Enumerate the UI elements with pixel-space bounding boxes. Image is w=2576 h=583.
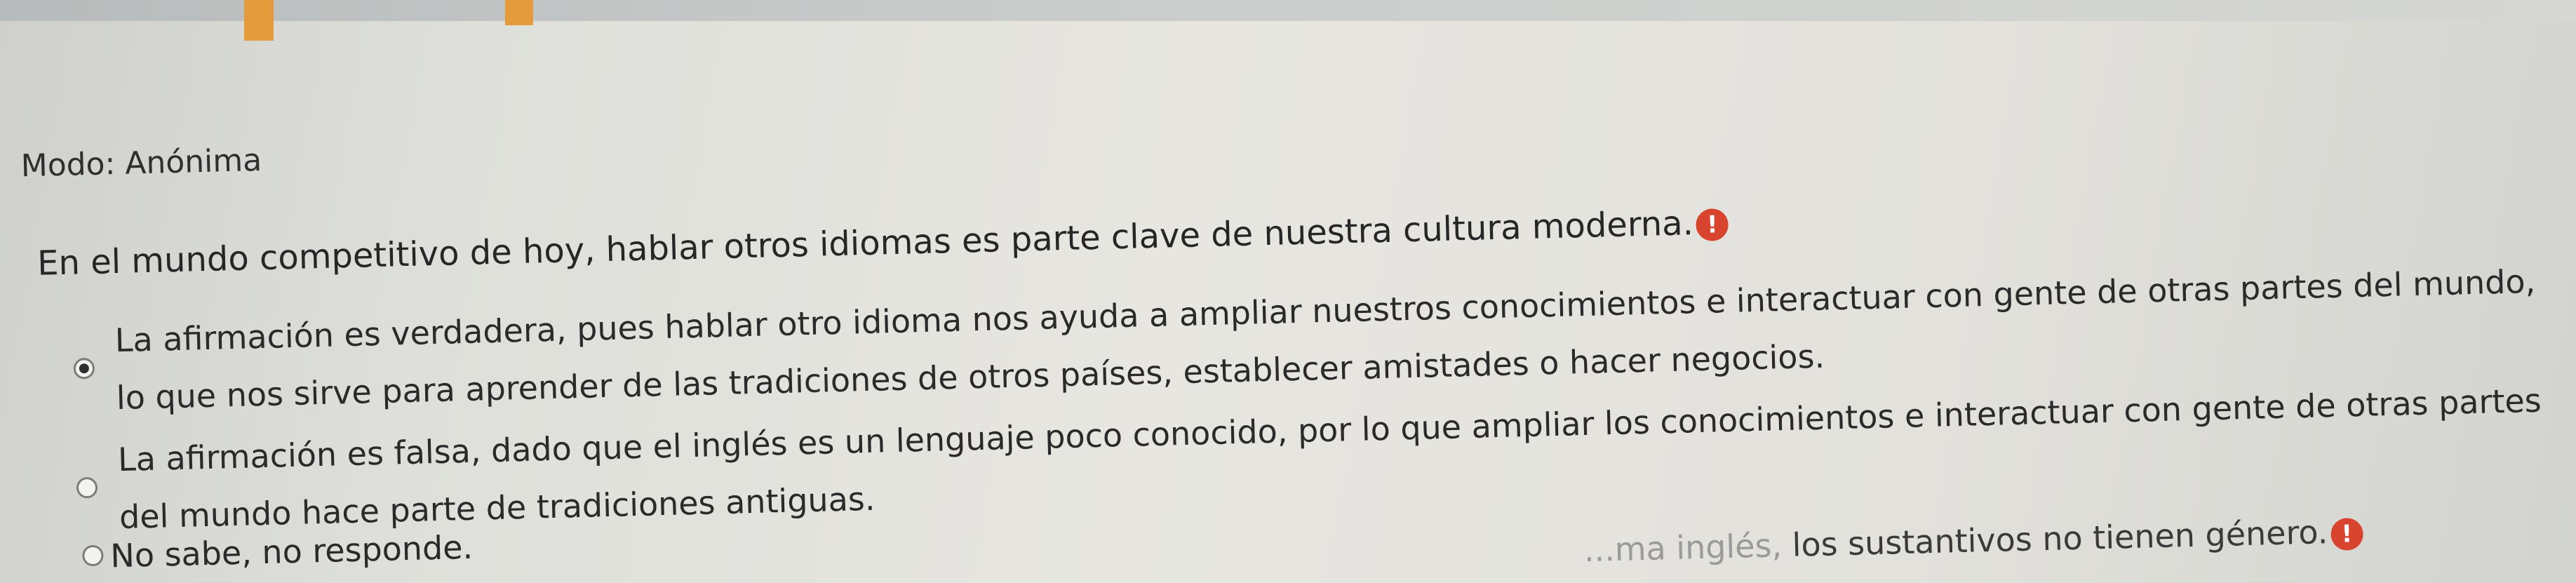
alert-icon: ! [1696, 208, 1729, 242]
radio-button[interactable] [82, 544, 104, 567]
radio-button-checked[interactable] [73, 357, 95, 380]
alert-icon: ! [2330, 517, 2363, 551]
survey-page: Modo: Anónima En el mundo competitivo de… [0, 0, 2576, 583]
question-statement: En el mundo competitivo de hoy, hablar o… [36, 203, 1694, 283]
next-question-prefix: ...ma inglés, [1583, 526, 1783, 570]
radio-button[interactable] [76, 476, 98, 499]
mode-label: Modo: Anónima [20, 142, 262, 185]
survey-content: Modo: Anónima En el mundo competitivo de… [0, 0, 2576, 583]
